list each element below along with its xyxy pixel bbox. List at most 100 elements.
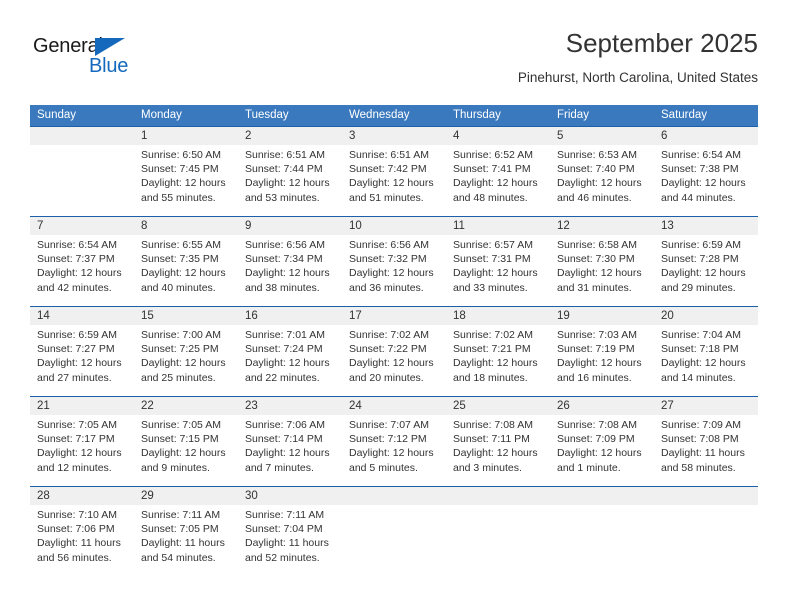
daylight-line2: and 51 minutes. xyxy=(349,191,424,204)
sunset-text: Sunset: 7:12 PM xyxy=(349,433,427,446)
daylight-line1: Daylight: 12 hours xyxy=(141,177,226,190)
day-cell xyxy=(654,505,758,576)
sunset-text: Sunset: 7:14 PM xyxy=(245,433,323,446)
sunrise-text: Sunrise: 7:02 AM xyxy=(349,329,429,341)
sunrise-text: Sunrise: 6:56 AM xyxy=(349,239,429,251)
day-number: 17 xyxy=(349,310,362,322)
day-cell xyxy=(550,505,654,576)
sunset-text: Sunset: 7:38 PM xyxy=(661,163,739,176)
day-cell: Sunrise: 6:57 AM Sunset: 7:31 PM Dayligh… xyxy=(446,235,550,306)
daylight-line1: Daylight: 11 hours xyxy=(661,447,745,460)
week-detail-row: Sunrise: 7:05 AM Sunset: 7:17 PM Dayligh… xyxy=(30,415,758,486)
day-number: 15 xyxy=(141,310,154,322)
daylight-line2: and 44 minutes. xyxy=(661,191,736,204)
week-daynumber-band: 14 15 16 17 18 19 20 xyxy=(30,307,758,325)
sunrise-text: Sunrise: 6:58 AM xyxy=(557,239,637,251)
day-number: 6 xyxy=(661,130,668,142)
sunrise-text: Sunrise: 6:54 AM xyxy=(661,149,741,161)
sunset-text: Sunset: 7:09 PM xyxy=(557,433,635,446)
sunrise-text: Sunrise: 6:51 AM xyxy=(245,149,325,161)
day-cell: Sunrise: 7:11 AM Sunset: 7:05 PM Dayligh… xyxy=(134,505,238,576)
day-cell: Sunrise: 7:04 AM Sunset: 7:18 PM Dayligh… xyxy=(654,325,758,396)
sunrise-text: Sunrise: 6:50 AM xyxy=(141,149,221,161)
daylight-line1: Daylight: 12 hours xyxy=(557,267,642,280)
day-number: 5 xyxy=(557,130,564,142)
daylight-line1: Daylight: 11 hours xyxy=(245,537,329,550)
daylight-line1: Daylight: 12 hours xyxy=(661,357,746,370)
daylight-line2: and 16 minutes. xyxy=(557,371,632,384)
daylight-line2: and 29 minutes. xyxy=(661,281,736,294)
day-number: 16 xyxy=(245,310,258,322)
daylight-line1: Daylight: 12 hours xyxy=(245,267,330,280)
daylight-line2: and 3 minutes. xyxy=(453,461,522,474)
weekday-header-monday: Monday xyxy=(141,109,182,121)
day-number: 22 xyxy=(141,400,154,412)
day-number: 30 xyxy=(245,490,258,502)
daylight-line1: Daylight: 12 hours xyxy=(453,267,538,280)
daylight-line2: and 55 minutes. xyxy=(141,191,216,204)
sunset-text: Sunset: 7:35 PM xyxy=(141,253,219,266)
weekday-header-saturday: Saturday xyxy=(661,109,708,121)
sunset-text: Sunset: 7:42 PM xyxy=(349,163,427,176)
day-number: 27 xyxy=(661,400,674,412)
sunset-text: Sunset: 7:45 PM xyxy=(141,163,219,176)
sunrise-text: Sunrise: 6:53 AM xyxy=(557,149,637,161)
day-number xyxy=(550,487,654,505)
day-number: 8 xyxy=(141,220,148,232)
day-number xyxy=(30,127,134,145)
daylight-line2: and 42 minutes. xyxy=(37,281,112,294)
sunset-text: Sunset: 7:11 PM xyxy=(453,433,530,446)
day-cell xyxy=(342,505,446,576)
day-cell xyxy=(446,505,550,576)
day-number: 11 xyxy=(453,220,465,232)
sunrise-text: Sunrise: 6:51 AM xyxy=(349,149,429,161)
sunset-text: Sunset: 7:44 PM xyxy=(245,163,323,176)
daylight-line1: Daylight: 12 hours xyxy=(245,357,330,370)
daylight-line2: and 58 minutes. xyxy=(661,461,736,474)
sunset-text: Sunset: 7:17 PM xyxy=(37,433,115,446)
sunrise-text: Sunrise: 6:56 AM xyxy=(245,239,325,251)
daylight-line1: Daylight: 12 hours xyxy=(37,357,122,370)
sunset-text: Sunset: 7:21 PM xyxy=(453,343,531,356)
day-cell: Sunrise: 7:05 AM Sunset: 7:17 PM Dayligh… xyxy=(30,415,134,486)
daylight-line1: Daylight: 12 hours xyxy=(141,447,226,460)
daylight-line1: Daylight: 12 hours xyxy=(245,447,330,460)
sunset-text: Sunset: 7:22 PM xyxy=(349,343,427,356)
daylight-line2: and 38 minutes. xyxy=(245,281,320,294)
day-number: 12 xyxy=(557,220,570,232)
daylight-line1: Daylight: 12 hours xyxy=(661,267,746,280)
week-daynumber-band: 28 29 30 xyxy=(30,487,758,505)
day-cell: Sunrise: 6:53 AM Sunset: 7:40 PM Dayligh… xyxy=(550,145,654,216)
daylight-line2: and 40 minutes. xyxy=(141,281,216,294)
daylight-line1: Daylight: 12 hours xyxy=(557,357,642,370)
day-cell: Sunrise: 7:11 AM Sunset: 7:04 PM Dayligh… xyxy=(238,505,342,576)
sunset-text: Sunset: 7:25 PM xyxy=(141,343,219,356)
day-cell: Sunrise: 7:01 AM Sunset: 7:24 PM Dayligh… xyxy=(238,325,342,396)
sunrise-text: Sunrise: 7:11 AM xyxy=(141,509,221,521)
sunset-text: Sunset: 7:18 PM xyxy=(661,343,739,356)
daylight-line2: and 36 minutes. xyxy=(349,281,424,294)
sunrise-text: Sunrise: 7:10 AM xyxy=(37,509,117,521)
day-number: 21 xyxy=(37,400,50,412)
day-number xyxy=(654,487,758,505)
week-row: 21 22 23 24 25 26 27 Sunrise: 7:05 AM Su… xyxy=(30,396,758,486)
sunrise-text: Sunrise: 7:11 AM xyxy=(245,509,325,521)
week-detail-row: Sunrise: 7:10 AM Sunset: 7:06 PM Dayligh… xyxy=(30,505,758,576)
daylight-line2: and 25 minutes. xyxy=(141,371,216,384)
daylight-line2: and 1 minute. xyxy=(557,461,621,474)
page-subtitle: Pinehurst, North Carolina, United States xyxy=(517,70,758,85)
daylight-line1: Daylight: 12 hours xyxy=(349,447,434,460)
week-row: 1 2 3 4 5 6 Sunrise: 6:50 AM Sunset: 7:4… xyxy=(30,126,758,216)
sunset-text: Sunset: 7:05 PM xyxy=(141,523,219,536)
calendar-grid: Sunday Monday Tuesday Wednesday Thursday… xyxy=(30,105,758,576)
weekday-header-friday: Friday xyxy=(557,109,589,121)
day-number: 7 xyxy=(37,220,44,232)
sunset-text: Sunset: 7:27 PM xyxy=(37,343,115,356)
daylight-line2: and 48 minutes. xyxy=(453,191,528,204)
daylight-line2: and 53 minutes. xyxy=(245,191,320,204)
daylight-line1: Daylight: 12 hours xyxy=(661,177,746,190)
general-blue-logo[interactable]: General Blue xyxy=(33,34,213,86)
day-cell: Sunrise: 7:03 AM Sunset: 7:19 PM Dayligh… xyxy=(550,325,654,396)
day-cell: Sunrise: 7:05 AM Sunset: 7:15 PM Dayligh… xyxy=(134,415,238,486)
logo-text-blue: Blue xyxy=(89,55,129,77)
